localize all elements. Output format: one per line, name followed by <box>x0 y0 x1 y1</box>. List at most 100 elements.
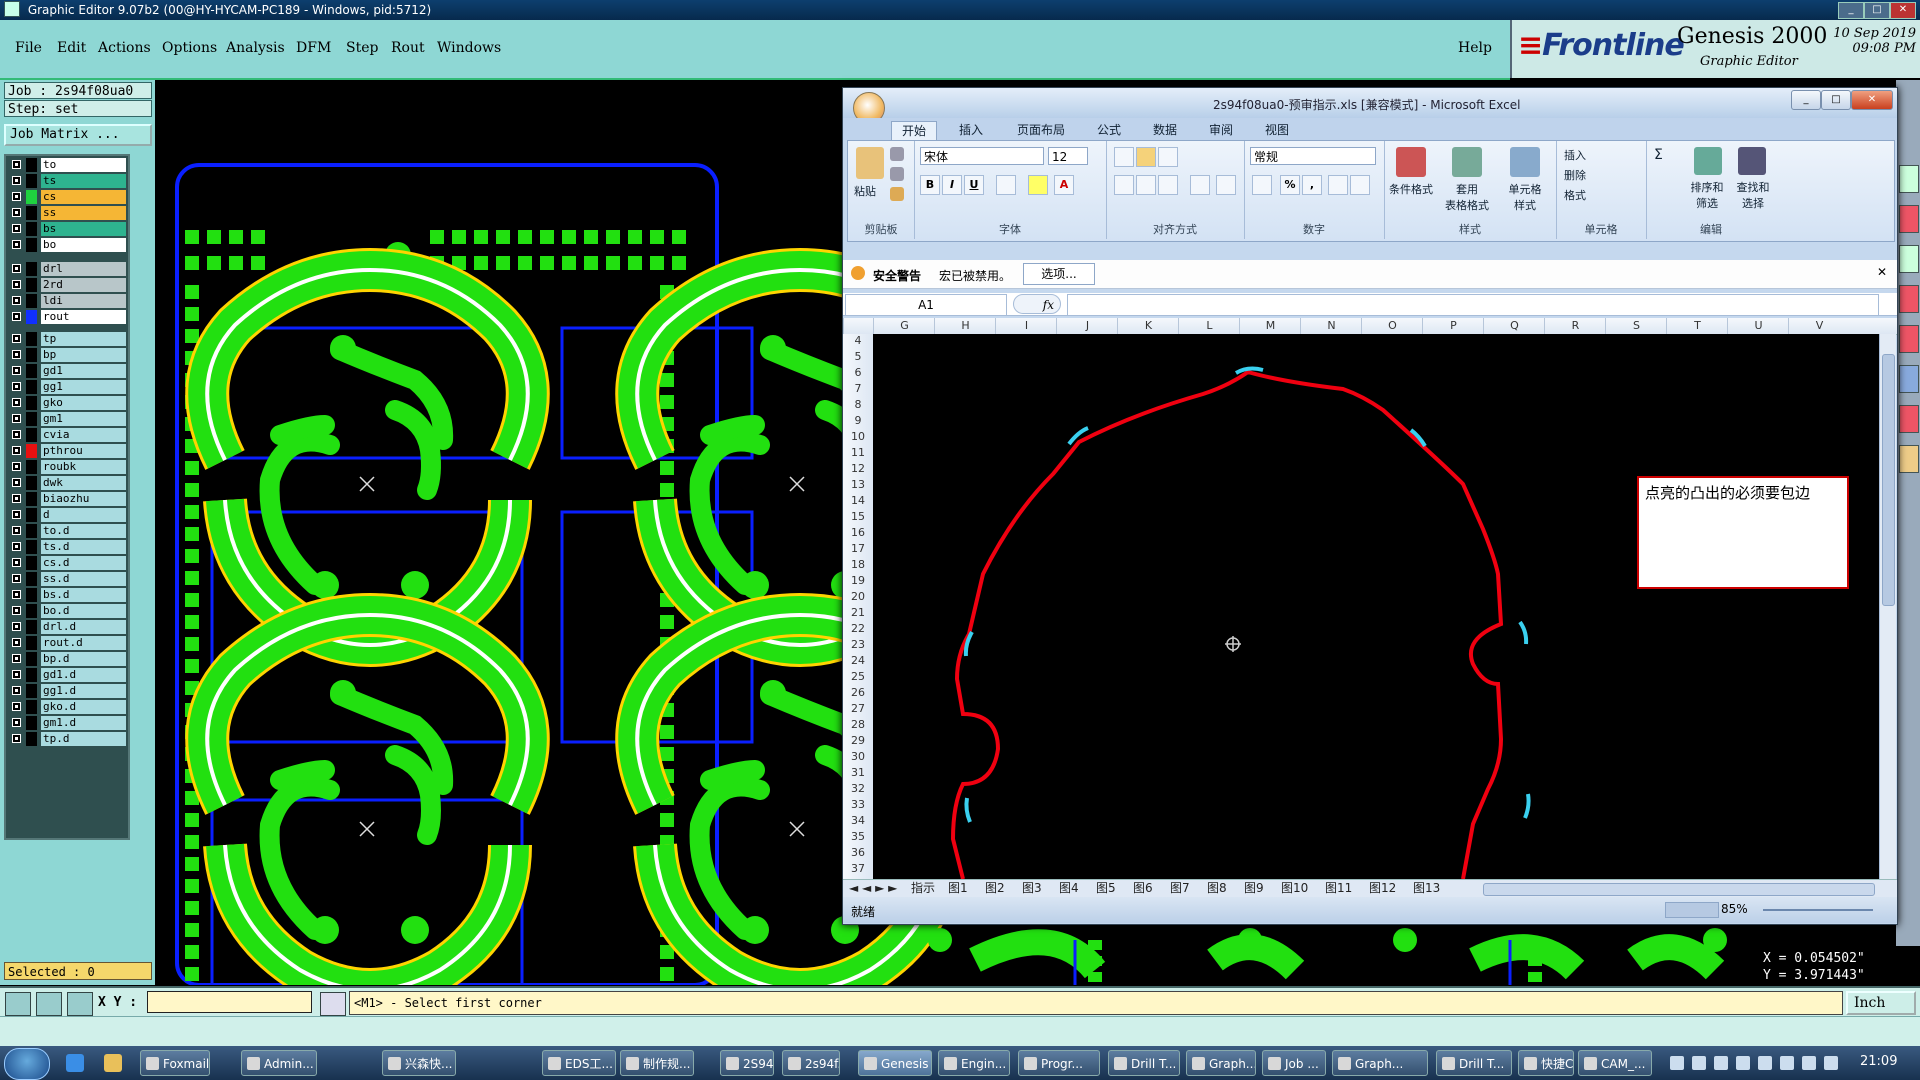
sheet-tab[interactable]: 图8 <box>1207 880 1227 897</box>
layer-checkbox[interactable] <box>12 462 21 471</box>
layer-color-swatch[interactable] <box>26 364 37 378</box>
menu-analysis[interactable]: Analysis <box>226 40 285 56</box>
row-header[interactable]: 22 <box>843 622 873 638</box>
align-right-icon[interactable] <box>1158 175 1178 195</box>
table-format-top[interactable]: 套用 <box>1440 181 1494 197</box>
clock[interactable]: 21:09 <box>1860 1054 1897 1069</box>
layer-row-tp[interactable]: tp <box>8 332 126 346</box>
layer-row-bp-d[interactable]: bp.d <box>8 652 126 666</box>
sheet-tab[interactable]: 图11 <box>1325 880 1352 897</box>
row-header[interactable]: 27 <box>843 702 873 718</box>
layer-row-to[interactable]: to <box>8 158 126 172</box>
sheet-tab[interactable]: 图12 <box>1369 880 1396 897</box>
sheet-tab[interactable]: 图6 <box>1133 880 1153 897</box>
tray-keyboard-icon[interactable] <box>1670 1056 1684 1070</box>
layer-color-swatch[interactable] <box>26 310 37 324</box>
layer-checkbox[interactable] <box>12 240 21 249</box>
layer-row-drl-d[interactable]: drl.d <box>8 620 126 634</box>
layer-row-gko[interactable]: gko <box>8 396 126 410</box>
sheet-tab[interactable]: 图13 <box>1413 880 1440 897</box>
layer-row-rout-d[interactable]: rout.d <box>8 636 126 650</box>
layer-name[interactable]: bp <box>41 348 126 362</box>
layer-name[interactable]: d <box>41 508 126 522</box>
menu-step[interactable]: Step <box>346 40 378 56</box>
layer-row-to-d[interactable]: to.d <box>8 524 126 538</box>
row-header[interactable]: 33 <box>843 798 873 814</box>
number-format-select[interactable]: 常规 <box>1250 147 1376 165</box>
layer-row-bp[interactable]: bp <box>8 348 126 362</box>
layer-row-gm1-d[interactable]: gm1.d <box>8 716 126 730</box>
row-header[interactable]: 15 <box>843 510 873 526</box>
layer-color-swatch[interactable] <box>26 492 37 506</box>
column-header[interactable]: R <box>1544 318 1606 334</box>
tray-app-icon[interactable] <box>1802 1056 1816 1070</box>
find-select-bottom[interactable]: 选择 <box>1728 195 1778 211</box>
menu-options[interactable]: Options <box>162 40 217 56</box>
table-format-icon[interactable] <box>1452 147 1482 177</box>
layer-name[interactable]: tp <box>41 332 126 346</box>
column-header[interactable]: H <box>934 318 996 334</box>
layer-checkbox[interactable] <box>12 686 21 695</box>
copy-icon[interactable] <box>890 167 904 181</box>
taskbar-item[interactable]: Graph... <box>1332 1050 1428 1076</box>
tab-insert[interactable]: 插入 <box>949 121 993 140</box>
layer-color-swatch[interactable] <box>26 700 37 714</box>
layer-color-swatch[interactable] <box>26 428 37 442</box>
layer-checkbox[interactable] <box>12 430 21 439</box>
layer-checkbox[interactable] <box>12 494 21 503</box>
layer-checkbox[interactable] <box>12 224 21 233</box>
xy-input[interactable] <box>147 991 312 1013</box>
layer-row-cvia[interactable]: cvia <box>8 428 126 442</box>
row-header[interactable]: 34 <box>843 814 873 830</box>
layer-checkbox[interactable] <box>12 654 21 663</box>
excel-minimize-button[interactable]: _ <box>1791 90 1821 110</box>
tab-data[interactable]: 数据 <box>1143 121 1187 140</box>
layer-color-swatch[interactable] <box>26 588 37 602</box>
row-header[interactable]: 19 <box>843 574 873 590</box>
layer-row-ts-d[interactable]: ts.d <box>8 540 126 554</box>
taskbar-item[interactable]: 兴森快... <box>382 1050 456 1076</box>
layer-row-bs-d[interactable]: bs.d <box>8 588 126 602</box>
minimize-button[interactable]: _ <box>1838 2 1864 19</box>
layer-name[interactable]: to <box>41 158 126 172</box>
layer-checkbox[interactable] <box>12 334 21 343</box>
layer-row-d[interactable]: d <box>8 508 126 522</box>
start-button[interactable] <box>4 1048 50 1080</box>
layer-name[interactable]: bs.d <box>41 588 126 602</box>
autosum-button[interactable]: Σ <box>1654 147 1663 163</box>
layer-row-gg1[interactable]: gg1 <box>8 380 126 394</box>
percent-button[interactable]: % <box>1280 175 1300 195</box>
tray-app-icon[interactable] <box>1824 1056 1838 1070</box>
layer-color-swatch[interactable] <box>26 460 37 474</box>
row-header[interactable]: 25 <box>843 670 873 686</box>
layer-row-bs[interactable]: bs <box>8 222 126 236</box>
italic-button[interactable]: I <box>942 175 962 195</box>
align-top-icon[interactable] <box>1114 147 1134 167</box>
menu-rout[interactable]: Rout <box>391 40 425 56</box>
cursor-tool-icon[interactable] <box>1899 445 1919 473</box>
name-box[interactable]: A1 <box>845 294 1007 316</box>
layer-name[interactable]: bo.d <box>41 604 126 618</box>
format-painter-icon[interactable] <box>890 187 904 201</box>
layer-name[interactable]: ldi <box>41 294 126 308</box>
cut-icon[interactable] <box>890 147 904 161</box>
row-header[interactable]: 21 <box>843 606 873 622</box>
conditional-format-button[interactable]: 条件格式 <box>1384 181 1438 197</box>
layer-color-swatch[interactable] <box>26 206 37 220</box>
taskbar-item[interactable]: 制作规... <box>620 1050 694 1076</box>
taskbar-item[interactable]: Drill T... <box>1436 1050 1512 1076</box>
layer-checkbox[interactable] <box>12 670 21 679</box>
row-header[interactable]: 31 <box>843 766 873 782</box>
close-warning-icon[interactable]: ✕ <box>1877 265 1887 279</box>
sort-filter-top[interactable]: 排序和 <box>1682 179 1732 195</box>
layer-color-swatch[interactable] <box>26 652 37 666</box>
column-header[interactable]: Q <box>1483 318 1545 334</box>
layer-name[interactable]: bo <box>41 238 126 252</box>
row-header[interactable]: 30 <box>843 750 873 766</box>
tool-icon[interactable] <box>1899 325 1919 353</box>
tray-volume-icon[interactable] <box>1780 1056 1794 1070</box>
sort-filter-bottom[interactable]: 筛选 <box>1682 195 1732 211</box>
taskbar-item[interactable]: 2S94F... <box>720 1050 774 1076</box>
layer-row-ts[interactable]: ts <box>8 174 126 188</box>
column-header[interactable]: N <box>1300 318 1362 334</box>
